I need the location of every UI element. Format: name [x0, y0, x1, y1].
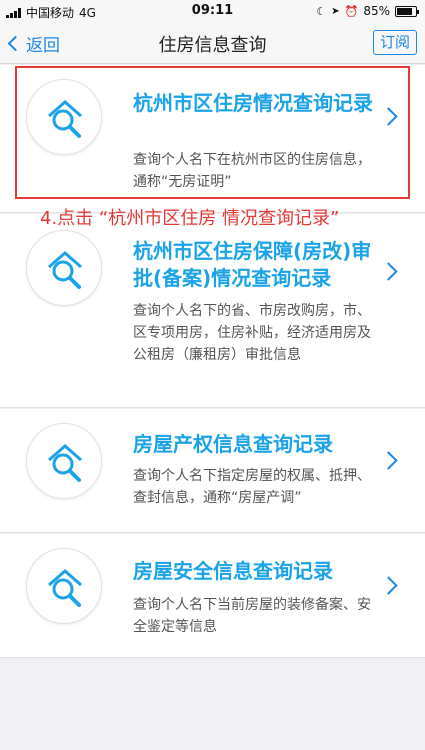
card-description: 查询个人名下在杭州市区的住房信息，通称“无房证明”: [133, 152, 371, 190]
card-description: 查询个人名下当前房屋的装修备案、安全鉴定等信息: [133, 597, 371, 635]
card-title: 房屋产权信息查询记录: [133, 432, 333, 456]
chevron-right-icon: [379, 576, 398, 595]
house-search-icon: [26, 548, 102, 624]
card-title: 杭州市区住房情况查询记录: [133, 91, 373, 115]
chevron-right-icon: [379, 262, 398, 281]
house-search-icon: [26, 230, 102, 306]
house-search-icon: [26, 423, 102, 499]
moon-icon: ☾: [316, 4, 327, 18]
card-title: 杭州市区住房保障(房改)审批(备案)情况查询记录: [133, 239, 372, 290]
page-title: 住房信息查询: [158, 35, 267, 56]
query-item-housing-security-record[interactable]: 杭州市区住房保障(房改)审批(备案)情况查询记录 查询个人名下的省、市房改购房，…: [0, 214, 425, 408]
alarm-icon: ⏰: [344, 4, 359, 18]
instruction-annotation: 4.点击 “杭州市区住房 情况查询记录”: [40, 208, 340, 229]
status-right: ☾ ➤ ⏰ 85%: [316, 4, 419, 18]
query-item-property-rights-record[interactable]: 房屋产权信息查询记录 查询个人名下指定房屋的权属、抵押、查封信息，通称“房屋产调…: [0, 409, 425, 533]
battery-icon: [395, 5, 419, 17]
location-icon: ➤: [331, 5, 340, 17]
query-item-housing-record[interactable]: 杭州市区住房情况查询记录 查询个人名下在杭州市区的住房信息，通称“无房证明”: [0, 65, 425, 213]
card-title: 房屋安全信息查询记录: [133, 559, 333, 583]
house-search-icon: [26, 79, 102, 155]
card-description: 查询个人名下指定房屋的权属、抵押、查封信息，通称“房屋产调”: [133, 468, 371, 506]
subscribe-button[interactable]: 订阅: [373, 30, 417, 55]
card-description: 查询个人名下的省、市房改购房，市、区专项用房，住房补贴，经济适用房及公租房（廉租…: [133, 303, 371, 363]
nav-bar: 返回 住房信息查询 订阅: [0, 22, 425, 64]
query-item-property-safety-record[interactable]: 房屋安全信息查询记录 查询个人名下当前房屋的装修备案、安全鉴定等信息: [0, 534, 425, 658]
chevron-right-icon: [379, 107, 398, 126]
status-bar: 中国移动 4G 09:11 ☾ ➤ ⏰ 85%: [0, 0, 425, 22]
battery-percent: 85%: [363, 4, 390, 18]
